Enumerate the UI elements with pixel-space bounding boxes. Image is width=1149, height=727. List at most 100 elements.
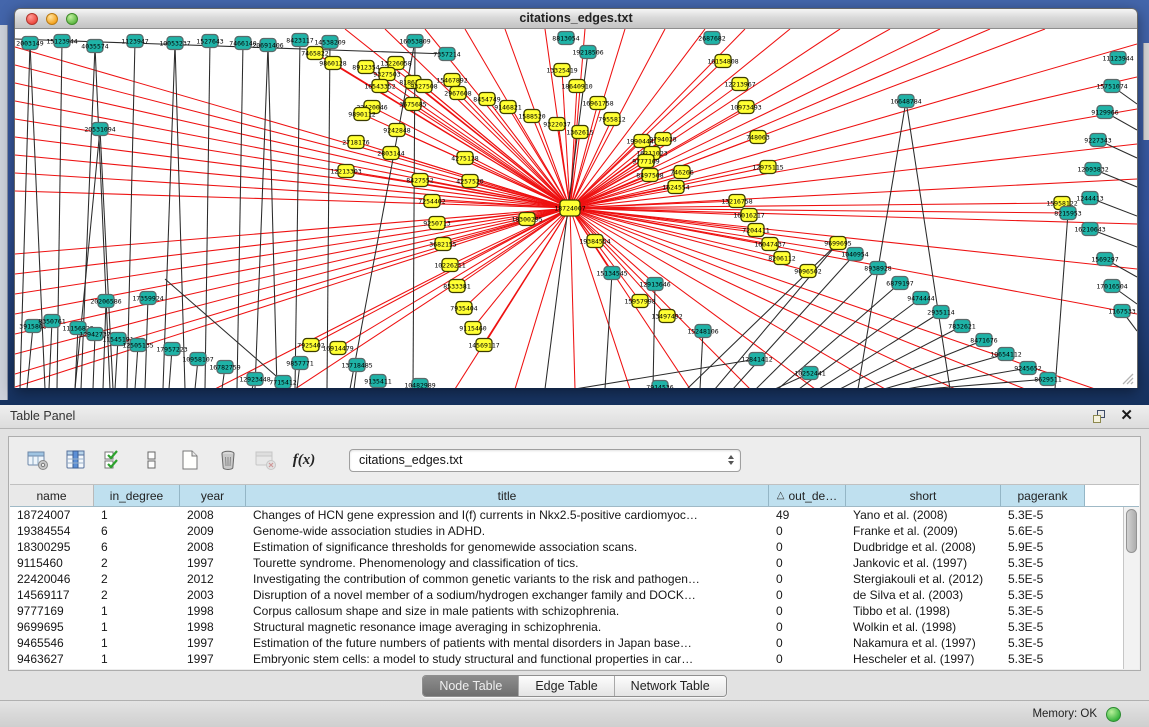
float-panel-icon[interactable] [1093,410,1107,424]
cell-in_degree[interactable]: 1 [94,635,180,651]
cell-short[interactable]: Hescheler et al. (1997) [846,651,1001,667]
table-scrollbar[interactable] [1123,507,1139,669]
cell-short[interactable]: de Silva et al. (2003) [846,587,1001,603]
table-row[interactable]: 969969511998Structural magnetic resonanc… [10,619,1123,635]
cell-out_de[interactable]: 0 [769,635,846,651]
tab-edge-table[interactable]: Edge Table [519,676,614,696]
memory-status-indicator[interactable] [1106,707,1121,722]
table-selector-dropdown[interactable]: citations_edges.txt [349,449,741,472]
cell-short[interactable]: Yano et al. (2008) [846,507,1001,523]
cell-short[interactable]: Stergiakouli et al. (2012) [846,571,1001,587]
cell-title[interactable]: Estimation of the future numbers of pati… [246,635,769,651]
table-row[interactable]: 946362711997Embryonic stem cells: a mode… [10,651,1123,667]
cell-in_degree[interactable]: 1 [94,507,180,523]
graph-edge[interactable] [15,173,570,208]
cell-title[interactable]: Estimation of significance thresholds fo… [246,539,769,555]
row-options-icon[interactable] [141,449,163,471]
cell-pagerank[interactable]: 5.3E-5 [1001,619,1085,635]
graph-edge[interactable] [268,45,277,388]
column-header-year[interactable]: year [180,485,246,506]
cell-name[interactable]: 19384554 [10,523,94,539]
citation-network-graph[interactable]: 1872400718300295193845547465822986012889… [15,29,1137,388]
table-options-icon[interactable] [27,449,49,471]
table-row[interactable]: 1456911722003Disruption of a novel membe… [10,587,1123,603]
graph-edge[interactable] [515,208,570,388]
network-window[interactable]: citations_edges.txt 18724007183002951938… [14,8,1138,388]
graph-edge[interactable] [397,130,570,208]
cell-pagerank[interactable]: 5.6E-5 [1001,523,1085,539]
table-row[interactable]: 911546021997Tourette syndrome. Phenomeno… [10,555,1123,571]
graph-edge[interactable] [15,155,570,208]
graph-edge[interactable] [862,340,984,388]
table-row[interactable]: 2242004622012Investigating the contribut… [10,571,1123,587]
cell-title[interactable]: Embryonic stem cells: a model to study s… [246,651,769,667]
table-row[interactable]: 977716911998Corpus callosum shape and si… [10,603,1123,619]
cell-pagerank[interactable]: 5.5E-5 [1001,571,1085,587]
cell-out_de[interactable]: 0 [769,651,846,667]
column-header-pagerank[interactable]: pagerank [1001,485,1085,506]
column-header-in_degree[interactable]: in_degree [94,485,180,506]
table-row[interactable]: 946554611997Estimation of the future num… [10,635,1123,651]
graph-edge[interactable] [205,41,210,388]
cell-name[interactable]: 18724007 [10,507,94,523]
cell-short[interactable]: Franke et al. (2009) [846,523,1001,539]
graph-edge[interactable] [27,326,33,388]
cell-in_degree[interactable]: 1 [94,619,180,635]
cell-year[interactable]: 1997 [180,555,246,571]
cell-year[interactable]: 2008 [180,507,246,523]
create-column-icon[interactable] [179,449,201,471]
table-panel-header[interactable]: Table Panel ✕ [0,405,1149,429]
cell-name[interactable]: 22420046 [10,571,94,587]
tab-node-table[interactable]: Node Table [423,676,519,696]
minimize-window-button[interactable] [46,13,58,25]
cell-out_de[interactable]: 0 [769,571,846,587]
graph-edge[interactable] [15,208,570,334]
close-panel-icon[interactable]: ✕ [1120,408,1133,424]
column-header-title[interactable]: title [246,485,769,506]
graph-edge[interactable] [15,65,570,208]
graph-edge[interactable] [49,321,52,388]
cell-name[interactable]: 9465546 [10,635,94,651]
tab-network-table[interactable]: Network Table [615,676,726,696]
left-panel-edge[interactable] [0,25,8,400]
cell-out_de[interactable]: 0 [769,603,846,619]
graph-edge[interactable] [295,208,570,388]
graph-edge[interactable] [20,43,30,388]
show-column-icon[interactable] [65,449,87,471]
cell-year[interactable]: 2009 [180,523,246,539]
scrollbar-thumb[interactable] [1126,509,1137,553]
column-header-out_de[interactable]: △out_de… [769,485,846,506]
cell-name[interactable]: 9463627 [10,651,94,667]
window-titlebar[interactable]: citations_edges.txt [15,9,1137,29]
network-canvas[interactable]: 1872400718300295193845547465822986012889… [15,29,1137,388]
cell-year[interactable]: 1998 [180,619,246,635]
cell-out_de[interactable]: 0 [769,555,846,571]
graph-edge[interactable] [100,129,113,388]
cell-title[interactable]: Tourette syndrome. Phenomenology and cla… [246,555,769,571]
graph-edge[interactable] [338,208,570,348]
graph-edge[interactable] [115,339,118,388]
cell-pagerank[interactable]: 5.9E-5 [1001,539,1085,555]
cell-year[interactable]: 2003 [180,587,246,603]
cell-pagerank[interactable]: 5.3E-5 [1001,635,1085,651]
cell-name[interactable]: 18300295 [10,539,94,555]
cell-name[interactable]: 9699695 [10,619,94,635]
cell-out_de[interactable]: 49 [769,507,846,523]
cell-pagerank[interactable]: 5.3E-5 [1001,603,1085,619]
cell-short[interactable]: Dudbridge et al. (2008) [846,539,1001,555]
cell-short[interactable]: Jankovic et al. (1997) [846,555,1001,571]
resize-grip-icon[interactable] [1119,370,1135,386]
column-header-short[interactable]: short [846,485,1001,506]
table-row[interactable]: 1830029562008Estimation of significance … [10,539,1123,555]
cell-name[interactable]: 9115460 [10,555,94,571]
graph-edge[interactable] [295,40,300,388]
cell-year[interactable]: 2008 [180,539,246,555]
graph-edge[interactable] [15,191,570,208]
cell-out_de[interactable]: 0 [769,539,846,555]
cell-name[interactable]: 14569117 [10,587,94,603]
cell-short[interactable]: Nakamura et al. (1997) [846,635,1001,651]
graph-edge[interactable] [858,101,906,388]
cell-year[interactable]: 1997 [180,635,246,651]
cell-short[interactable]: Tibbo et al. (1998) [846,603,1001,619]
zoom-window-button[interactable] [66,13,78,25]
